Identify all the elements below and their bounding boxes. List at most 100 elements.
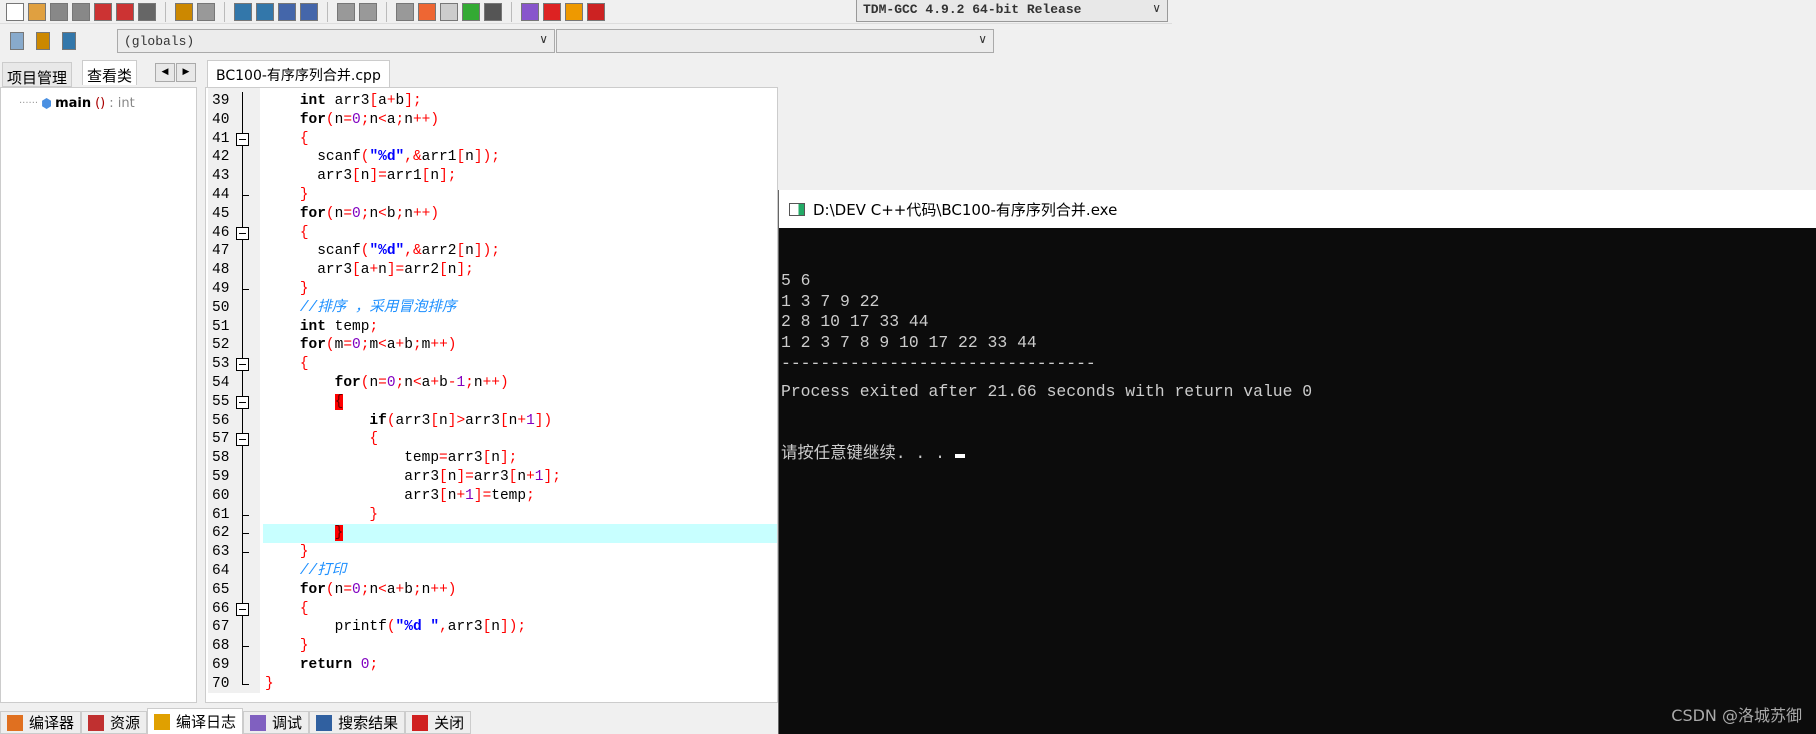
code-line[interactable]: 51 int temp; xyxy=(206,317,777,337)
code-line[interactable]: 45 for(n=0;n<b;n++) xyxy=(206,204,777,224)
code-line[interactable]: 56 if(arr3[n]>arr3[n+1]) xyxy=(206,411,777,431)
code-text: return 0; xyxy=(299,657,379,673)
code-line[interactable]: 58 temp=arr3[n]; xyxy=(206,449,777,469)
close-all-icon[interactable] xyxy=(116,2,134,21)
code-line[interactable]: 66 { xyxy=(206,599,777,619)
code-text: } xyxy=(299,187,309,203)
code-line[interactable]: 46 { xyxy=(206,223,777,243)
bottom-tab[interactable]: 资源 xyxy=(81,711,148,734)
save-all-icon[interactable] xyxy=(72,2,90,21)
save-icon[interactable] xyxy=(50,2,68,21)
stop-icon[interactable] xyxy=(543,2,561,21)
toolbar-separator xyxy=(511,1,512,22)
code-text: { xyxy=(299,224,309,241)
check-icon[interactable] xyxy=(521,2,539,21)
function-type: : int xyxy=(109,96,135,111)
code-line[interactable]: 57 { xyxy=(206,430,777,450)
code-line[interactable]: 52 for(m=0;m<a+b;m++) xyxy=(206,336,777,356)
function-select[interactable]: ∨ xyxy=(556,29,994,53)
chevron-down-icon: ∨ xyxy=(1152,1,1161,15)
indent-icon[interactable] xyxy=(278,2,296,21)
code-line[interactable]: 68 } xyxy=(206,637,777,657)
bottom-tab[interactable]: 搜索结果 xyxy=(309,711,406,734)
code-line[interactable]: 40 for(n=0;n<a;n++) xyxy=(206,110,777,130)
delete-icon[interactable] xyxy=(587,2,605,21)
fold-toggle-icon[interactable] xyxy=(236,355,250,375)
code-line[interactable]: 50 //排序 ，采用冒泡排序 xyxy=(206,298,777,318)
undo-icon[interactable] xyxy=(175,2,193,21)
console-prompt: 请按任意键继续. . . xyxy=(781,444,1312,465)
code-line[interactable]: 44 } xyxy=(206,186,777,205)
code-text: arr3[n]=arr3[n+1]; xyxy=(404,469,561,485)
bottom-tab[interactable]: 编译器 xyxy=(0,711,82,734)
fold-toggle-icon[interactable] xyxy=(236,129,250,149)
new-file-icon[interactable] xyxy=(6,2,24,21)
replace-icon[interactable] xyxy=(256,2,274,21)
code-line[interactable]: 64 //打印 xyxy=(206,562,777,581)
console-window[interactable]: D:\DEV C++代码\BC100-有序序列合并.exe 5 61 3 7 9… xyxy=(778,190,1816,734)
code-line[interactable]: 61 } xyxy=(206,505,777,525)
code-text: arr3[n]=arr1[n]; xyxy=(317,168,457,185)
new-project-icon[interactable] xyxy=(418,2,436,21)
code-text: } xyxy=(369,506,379,523)
run-icon[interactable] xyxy=(359,2,377,21)
insert-icon[interactable] xyxy=(10,32,24,50)
tree-connector: ······ xyxy=(19,98,39,109)
code-line[interactable]: 55 { xyxy=(206,392,777,412)
debug-icon[interactable] xyxy=(396,2,414,21)
code-line[interactable]: 41 { xyxy=(206,129,777,149)
code-line[interactable]: 43 arr3[n]=arr1[n]; xyxy=(206,167,777,187)
code-text: printf("%d ",arr3[n]); xyxy=(334,619,527,636)
tab-file[interactable]: BC100-有序序列合并.cpp xyxy=(207,60,390,87)
code-line[interactable]: 49 } xyxy=(206,280,777,299)
code-line[interactable]: 54 for(n=0;n<a+b-1;n++) xyxy=(206,374,777,393)
fold-toggle-icon[interactable] xyxy=(236,223,250,243)
chart-icon[interactable] xyxy=(565,2,583,21)
code-line[interactable]: 48 arr3[a+n]=arr2[n]; xyxy=(206,261,777,281)
close-icon[interactable] xyxy=(94,2,112,21)
code-line[interactable]: 65 for(n=0;n<a+b;n++) xyxy=(206,580,777,600)
grid-icon[interactable] xyxy=(484,2,502,21)
code-line[interactable]: 69 return 0; xyxy=(206,656,777,675)
add-icon[interactable] xyxy=(36,32,50,50)
bottom-tab[interactable]: 关闭 xyxy=(405,711,472,734)
find-icon[interactable] xyxy=(234,2,252,21)
code-line[interactable]: 62 } xyxy=(206,524,777,544)
code-line[interactable]: 67 printf("%d ",arr3[n]); xyxy=(206,618,777,638)
code-line[interactable]: 39 int arr3[a+b]; xyxy=(206,92,777,111)
line-number: 64 xyxy=(212,563,230,579)
windows-icon[interactable] xyxy=(462,2,480,21)
code-line[interactable]: 59 arr3[n]=arr3[n+1]; xyxy=(206,468,777,487)
code-line[interactable]: 53 { xyxy=(206,355,777,375)
code-line[interactable]: 42 scanf("%d",&arr1[n]); xyxy=(206,148,777,168)
tab-classes[interactable]: 查看类 xyxy=(82,60,138,85)
tab-scroll-right[interactable]: ▶ xyxy=(176,63,196,82)
print-icon[interactable] xyxy=(138,2,156,21)
open-file-icon[interactable] xyxy=(28,2,46,21)
unindent-icon[interactable] xyxy=(300,2,318,21)
tab-scroll-left[interactable]: ◀ xyxy=(155,63,175,82)
compiler-select[interactable]: TDM-GCC 4.9.2 64-bit Release ∨ xyxy=(856,0,1168,22)
code-line[interactable]: 63 } xyxy=(206,543,777,563)
tree-item-main[interactable]: ······ main () : int xyxy=(19,96,135,111)
line-number: 50 xyxy=(212,299,230,316)
bookmark-icon[interactable] xyxy=(62,32,76,50)
fold-toggle-icon[interactable] xyxy=(236,392,250,412)
scope-select[interactable]: (globals) ∨ xyxy=(117,29,555,53)
tab-project[interactable]: 项目管理 xyxy=(2,62,73,87)
console-line: 1 2 3 7 8 9 10 17 22 33 44 xyxy=(781,332,1037,352)
bottom-tab[interactable]: 编译日志 xyxy=(147,708,244,734)
options-icon[interactable] xyxy=(440,2,458,21)
bottom-tab[interactable]: 调试 xyxy=(243,711,310,734)
code-line[interactable]: 60 arr3[n+1]=temp; xyxy=(206,486,777,506)
code-editor[interactable]: 39 int arr3[a+b]; 40 for(n=0;n<a;n++) 41 {… xyxy=(205,87,778,703)
line-number: 57 xyxy=(212,431,230,448)
fold-toggle-icon[interactable] xyxy=(236,599,250,619)
fold-line xyxy=(236,411,250,431)
compile-icon[interactable] xyxy=(337,2,355,21)
redo-icon[interactable] xyxy=(197,2,215,21)
code-line[interactable]: 47 scanf("%d",&arr2[n]); xyxy=(206,242,777,262)
fold-toggle-icon[interactable] xyxy=(236,430,250,450)
line-number: 40 xyxy=(212,111,230,128)
code-line[interactable]: 70} xyxy=(206,674,777,694)
